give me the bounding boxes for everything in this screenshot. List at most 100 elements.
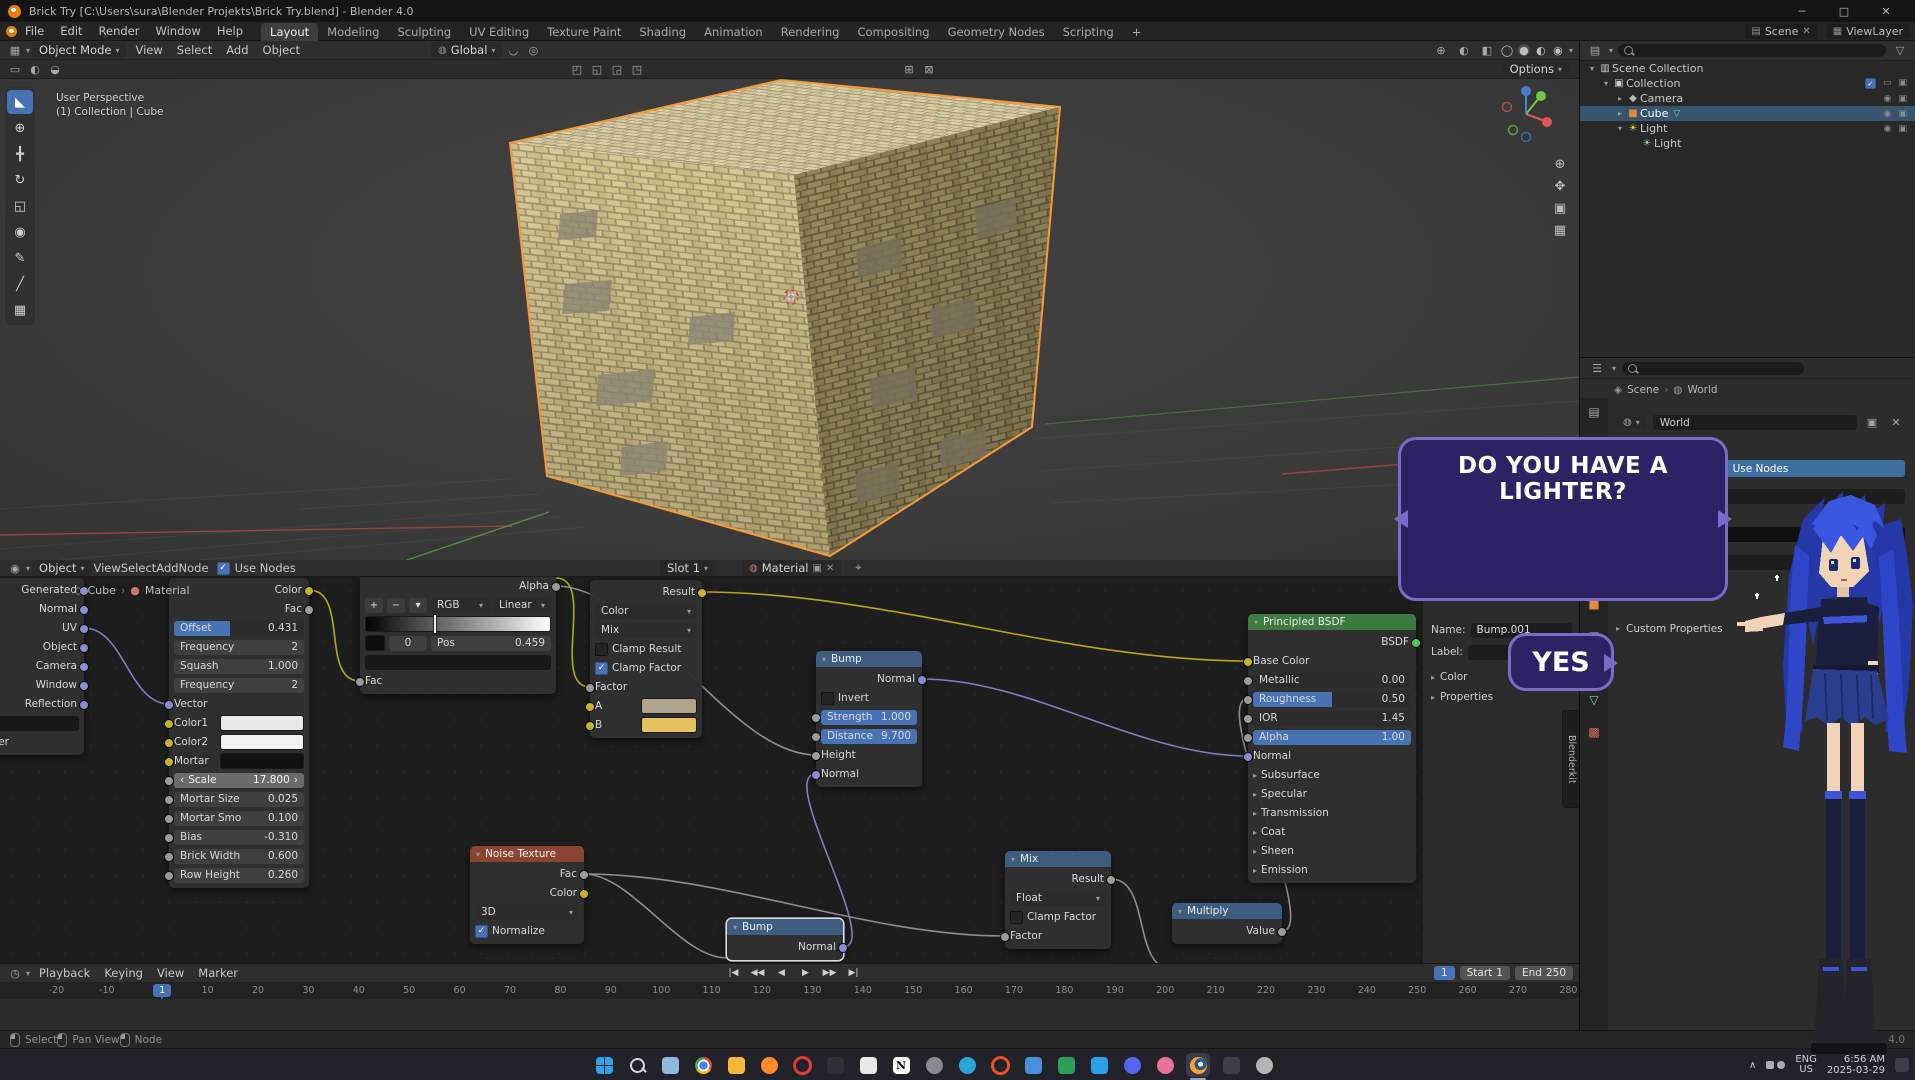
node-row-offset[interactable]: Offset0.431 [174,620,304,636]
menu-item[interactable]: Help [209,24,251,38]
select-mode-icon[interactable]: ◰ [568,61,586,77]
menu-item[interactable]: Window [147,24,208,38]
current-frame-marker[interactable]: 1 [153,984,171,997]
gray-socket-icon[interactable] [811,713,821,723]
taskbar-notion-icon[interactable]: N [889,1053,913,1077]
timeline-menu-item[interactable]: Playback [32,966,97,980]
node-row-scale[interactable]: ‹Scale17.800› [174,772,304,788]
brick-cube[interactable] [510,80,1060,556]
workspace-tab[interactable]: + [1123,23,1151,41]
tool-add-cube[interactable]: ▦ [7,298,33,322]
vector-socket-icon[interactable] [164,700,174,710]
taskbar-ubuntu-icon[interactable] [988,1053,1012,1077]
node-bump-2[interactable]: ▾BumpNormal [727,919,843,960]
outliner-row-collection[interactable]: ▾▣Collection✓▭▣ [1580,76,1915,91]
checkbox-checked-icon[interactable]: ✓ [1865,78,1876,89]
node-row-alpha[interactable]: Alpha [365,578,551,594]
node-row-mortar-size[interactable]: Mortar Size0.025 [174,791,304,807]
timeline-menu-item[interactable]: Marker [191,966,245,980]
node-row-subsurface[interactable]: ▸Subsurface [1253,767,1411,783]
stop-index-field[interactable]: 0 [389,636,427,651]
node-row-height[interactable]: Height [821,747,917,763]
node-row-normal[interactable]: Normal [0,601,79,617]
shader-type-dropdown[interactable]: Object▾ [32,560,91,576]
camera-toggle-icon[interactable]: ▣ [1898,109,1907,119]
dark-field[interactable] [0,716,79,731]
node-row-normal[interactable]: Normal [821,671,917,687]
node-row-mortar[interactable]: Mortar [174,753,304,769]
ramp-stop-handle[interactable] [434,615,436,633]
taskbar-phone-link-icon[interactable] [1219,1053,1243,1077]
node-row-tools[interactable]: +−▾RGB▾Linear▾ [365,597,551,613]
yellow-socket-icon[interactable] [164,719,174,729]
taskbar-epic-games-icon[interactable] [823,1053,847,1077]
tool-transform[interactable]: ◉ [7,220,33,244]
expand-icon[interactable]: ▸ [1614,109,1626,118]
tool-icon-a[interactable]: ▭ [6,61,24,77]
node-multiply[interactable]: ▾MultiplyValue [1172,903,1282,944]
taskbar-clip-studio-icon[interactable] [1153,1053,1177,1077]
timeline-ruler[interactable]: -20-100102030405060708090100110120130140… [0,983,1579,999]
search-input[interactable] [1637,44,1880,57]
prev-keyframe-button[interactable]: ◀◀ [747,965,768,980]
value-field[interactable]: IOR1.45 [1253,711,1411,726]
ortho-grid-icon[interactable]: ▦ [1551,221,1569,239]
node-row-fac[interactable]: Fac [365,673,551,689]
taskbar-sheets-icon[interactable] [1054,1053,1078,1077]
arrow-right-icon[interactable]: › [294,774,298,786]
node-row-emission[interactable]: ▸Emission [1253,862,1411,878]
workspace-tab[interactable]: UV Editing [460,23,538,41]
fake-user-icon[interactable]: ▣ [812,563,821,574]
checkbox-icon[interactable] [821,692,834,705]
timeline-tracks[interactable] [0,999,1579,1031]
add-stop-button[interactable]: + [365,598,383,613]
node-row-normal[interactable]: Normal [1253,748,1411,764]
expand-icon[interactable]: ▾ [1586,64,1598,73]
material-slot-dropdown[interactable]: Slot 1▾ [660,560,715,576]
outliner-row-light[interactable]: ☀Light [1580,136,1915,151]
workspace-tab[interactable]: Modeling [318,23,388,41]
yellow-socket-icon[interactable] [585,702,595,712]
gray-socket-icon[interactable] [164,852,174,862]
node-row-base-color[interactable]: Base Color [1253,653,1411,669]
node-menu-item[interactable]: Add [156,561,178,575]
viewport-menu-item[interactable]: Select [170,43,219,57]
node-row-camera[interactable]: Camera [0,658,79,674]
select-int-icon[interactable]: ◳ [628,61,646,77]
sidebar-tab-blenderkit[interactable]: Blenderkit [1562,710,1579,808]
stop-position-field[interactable]: Pos0.459 [431,636,551,651]
editor-type-icon[interactable]: ▤ [1586,43,1604,59]
overlays-icon[interactable]: ◐ [1455,42,1473,58]
frame-end-field[interactable]: End250 [1515,966,1573,980]
play-button[interactable]: ▶ [795,965,816,980]
select-sub-icon[interactable]: ◲ [608,61,626,77]
color-swatch[interactable] [641,698,697,714]
value-field[interactable]: Frequency2 [174,640,304,655]
yellow-socket-icon[interactable] [164,757,174,767]
node-row-invert[interactable]: Invert [821,690,917,706]
node-menu-item[interactable]: Select [121,561,156,575]
node-principled-bsdf[interactable]: ▾Principled BSDFBSDFBase ColorMetallic0.… [1248,614,1416,883]
checkbox-icon[interactable] [1010,911,1023,924]
node-row-uv[interactable]: UV [0,620,79,636]
outliner-row-camera[interactable]: ▸◆Camera◉▣ [1580,91,1915,106]
minimize-button[interactable]: ─ [1781,0,1823,22]
camera-toggle-icon[interactable]: ▣ [1898,94,1907,104]
search-input[interactable] [1641,362,1798,375]
gizmo-toggle-icon[interactable]: ⊞ [900,61,918,77]
arrow-left-icon[interactable]: ‹ [180,774,184,786]
value-field[interactable]: Offset0.431 [174,621,304,636]
node-row-strength[interactable]: Strength1.000 [821,709,917,725]
node-row-clamp-factor[interactable]: ✓Clamp Factor [595,660,697,676]
shading-rendered-icon[interactable]: ◉ [1552,44,1564,56]
scene-selector[interactable]: ▤Scene✕ [1745,24,1816,39]
eye-toggle-icon[interactable]: ◉ [1884,109,1892,119]
tool-rotate[interactable]: ↻ [7,168,33,192]
taskbar-vscode-icon[interactable] [1087,1053,1111,1077]
yellow-socket-icon[interactable] [164,738,174,748]
color-swatch[interactable] [220,753,304,769]
node-row-value[interactable]: Value [1177,923,1277,939]
blender-menu-icon[interactable] [6,26,17,37]
workspace-tab[interactable]: Scripting [1054,23,1123,41]
pin-icon[interactable]: ⌖ [849,560,867,576]
